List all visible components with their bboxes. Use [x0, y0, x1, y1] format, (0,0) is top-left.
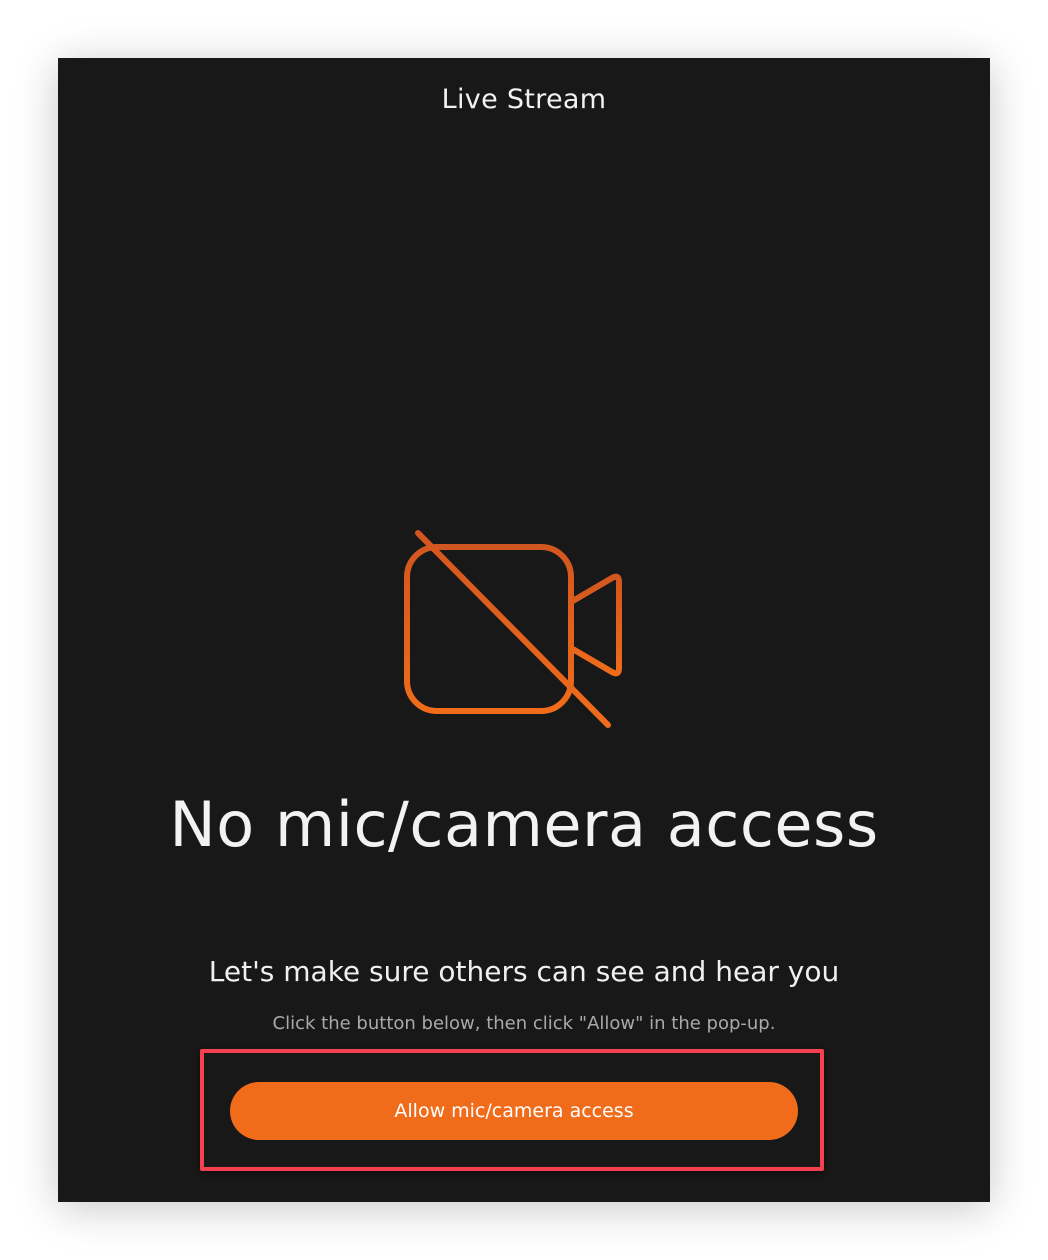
panel-title: Live Stream — [441, 84, 607, 115]
instruction-hint: Click the button below, then click "Allo… — [272, 1013, 776, 1034]
camera-off-icon — [404, 530, 622, 728]
allow-access-button[interactable]: Allow mic/camera access — [230, 1082, 798, 1140]
page: Live Stream No mic/camera access Let's m… — [0, 0, 1048, 1260]
subheading: Let's make sure others can see and hear … — [208, 955, 840, 988]
no-access-heading: No mic/camera access — [169, 788, 879, 861]
live-stream-panel: Live Stream No mic/camera access Let's m… — [58, 58, 990, 1202]
